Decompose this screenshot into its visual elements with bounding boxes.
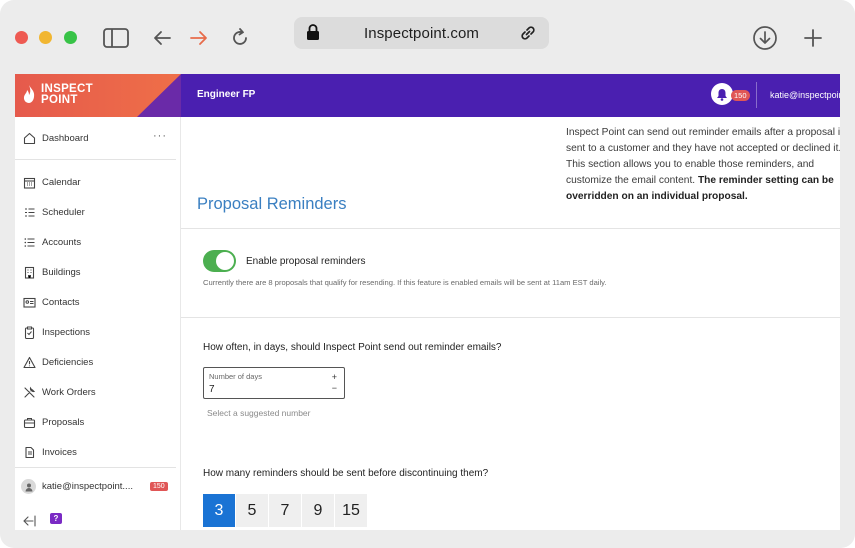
clipboard-icon: [23, 326, 36, 340]
reminder-count-options: 3 5 7 9 15: [203, 494, 368, 527]
toggle-note: Currently there are 8 proposals that qua…: [203, 278, 607, 287]
sidebar-item-invoices[interactable]: Invoices: [15, 440, 180, 466]
flame-icon: [22, 84, 36, 109]
brand-name: INSPECT POINT: [41, 83, 93, 106]
reminder-option-7[interactable]: 7: [269, 494, 302, 527]
url-text: Inspectpoint.com: [364, 25, 479, 42]
new-tab-icon[interactable]: [799, 24, 827, 52]
reminder-option-9[interactable]: 9: [302, 494, 335, 527]
sidebar-item-accounts[interactable]: Accounts: [15, 230, 180, 256]
status-badge: 150: [150, 482, 168, 491]
avatar: [21, 479, 36, 494]
calendar-icon: [23, 176, 36, 189]
sidebar-divider: [15, 159, 176, 160]
top-navigation-bar: INSPECT POINT Engineer FP 150 katie@insp…: [15, 74, 840, 117]
sidebar-item-label: Inspections: [42, 327, 91, 338]
toggle-label: Enable proposal reminders: [246, 256, 366, 267]
help-chat-icon[interactable]: ?: [50, 513, 62, 524]
sidebar-item-inspections[interactable]: Inspections: [15, 320, 180, 346]
browser-window: Inspectpoint.com INSPECT POINT Engineer …: [0, 0, 855, 548]
sidebar-item-label: Scheduler: [42, 207, 85, 218]
notification-bell-icon[interactable]: [711, 83, 733, 105]
sidebar-item-work-orders[interactable]: Work Orders: [15, 380, 180, 406]
home-icon: [23, 132, 36, 145]
minimize-window-button[interactable]: [39, 31, 52, 44]
decrement-button[interactable]: −: [332, 383, 337, 393]
sidebar-item-label: Buildings: [42, 267, 81, 278]
browser-toolbar: Inspectpoint.com: [0, 0, 855, 74]
sidebar-item-dashboard[interactable]: Dashboard ···: [15, 126, 180, 152]
back-arrow-icon[interactable]: [148, 24, 176, 52]
sidebar-item-label: Dashboard: [42, 133, 89, 144]
sidebar-item-label: Work Orders: [42, 387, 96, 398]
sidebar-item-calendar[interactable]: Calendar: [15, 170, 180, 196]
brand-accent-shape: [137, 74, 181, 117]
maximize-window-button[interactable]: [64, 31, 77, 44]
toggle-knob: [216, 252, 234, 270]
warning-icon: [23, 356, 36, 369]
sidebar-user-email: katie@inspectpoint....: [42, 481, 133, 492]
sidebar-item-label: Contacts: [42, 297, 80, 308]
list-icon: [23, 236, 36, 249]
days-field-label: Number of days: [209, 372, 262, 381]
sidebar-item-buildings[interactable]: Buildings: [15, 260, 180, 286]
main-content: Inspect Point can send out reminder emai…: [181, 117, 840, 530]
increment-button[interactable]: +: [332, 372, 337, 382]
invoice-icon: [23, 446, 36, 459]
section-divider: [181, 228, 840, 229]
days-number-field[interactable]: Number of days 7 + −: [203, 367, 345, 399]
sidebar-item-label: Accounts: [42, 237, 82, 248]
enable-reminders-toggle[interactable]: [203, 250, 236, 272]
sidebar-item-label: Calendar: [42, 177, 81, 188]
contact-card-icon: [23, 296, 36, 309]
sidebar-item-scheduler[interactable]: Scheduler: [15, 200, 180, 226]
brand-logo[interactable]: INSPECT POINT: [15, 74, 181, 117]
close-window-button[interactable]: [15, 31, 28, 44]
page-title: Proposal Reminders: [197, 195, 347, 213]
sidebar: Dashboard ··· Calendar Scheduler Account…: [15, 117, 181, 530]
brand-line-2: POINT: [41, 94, 78, 106]
section-divider: [181, 317, 840, 318]
reminder-count-question: How many reminders should be sent before…: [203, 468, 489, 479]
sidebar-item-deficiencies[interactable]: Deficiencies: [15, 350, 180, 376]
reminder-option-15[interactable]: 15: [335, 494, 368, 527]
scheduler-icon: [23, 206, 36, 219]
sidebar-toggle-icon[interactable]: [102, 24, 130, 52]
sidebar-item-label: Deficiencies: [42, 357, 94, 368]
suggested-number-helper: Select a suggested number: [207, 408, 311, 418]
days-field-value: 7: [209, 384, 215, 395]
building-icon: [23, 266, 36, 279]
user-menu[interactable]: katie@inspectpoint.com: [770, 90, 840, 100]
sidebar-item-proposals[interactable]: Proposals: [15, 410, 180, 436]
app-viewport: INSPECT POINT Engineer FP 150 katie@insp…: [15, 74, 840, 530]
briefcase-icon: [23, 416, 36, 429]
sidebar-user-account[interactable]: katie@inspectpoint.... 150: [15, 475, 180, 499]
sidebar-item-contacts[interactable]: Contacts: [15, 290, 180, 316]
reload-icon[interactable]: [226, 24, 254, 52]
reminder-option-5[interactable]: 5: [236, 494, 269, 527]
notification-count-badge: 150: [731, 90, 750, 101]
sidebar-item-label: Invoices: [42, 447, 77, 458]
sidebar-divider: [15, 467, 176, 468]
address-bar[interactable]: Inspectpoint.com: [294, 17, 549, 49]
download-icon[interactable]: [751, 24, 779, 52]
forward-arrow-icon[interactable]: [185, 24, 213, 52]
link-icon[interactable]: [519, 24, 537, 47]
more-options-icon[interactable]: ···: [153, 130, 167, 142]
collapse-sidebar-icon[interactable]: [22, 514, 36, 530]
topbar-divider: [756, 82, 757, 108]
section-description: Inspect Point can send out reminder emai…: [566, 125, 840, 205]
sidebar-item-label: Proposals: [42, 417, 85, 428]
workspace-name[interactable]: Engineer FP: [197, 89, 255, 100]
reminder-option-3[interactable]: 3: [203, 494, 236, 527]
frequency-question: How often, in days, should Inspect Point…: [203, 342, 502, 353]
wrench-icon: [23, 386, 36, 399]
